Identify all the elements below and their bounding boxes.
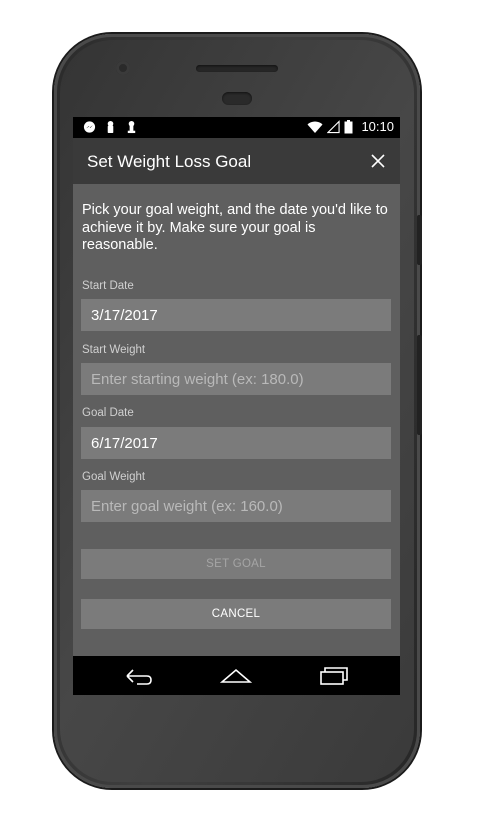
- home-icon[interactable]: [220, 666, 252, 686]
- battery-icon: [344, 119, 353, 133]
- recents-icon[interactable]: [318, 666, 350, 686]
- volume-button: [417, 335, 422, 435]
- messenger-icon: [83, 121, 96, 133]
- screen: 10:10 Set Weight Loss Goal Pick your goa…: [73, 117, 400, 695]
- status-notifications: [83, 120, 138, 134]
- wifi-icon: [307, 121, 323, 133]
- notification-icon: [127, 120, 136, 134]
- dialog-header: Set Weight Loss Goal: [73, 138, 400, 184]
- start-weight-input[interactable]: [81, 363, 391, 395]
- start-date-field[interactable]: 3/17/2017: [81, 299, 391, 331]
- front-camera: [116, 61, 130, 75]
- goal-weight-label: Goal Weight: [82, 471, 146, 483]
- notification-icon: [107, 120, 114, 134]
- set-goal-button[interactable]: SET GOAL: [81, 549, 391, 579]
- goal-weight-input[interactable]: [81, 490, 391, 522]
- navigation-bar: [73, 656, 400, 695]
- proximity-sensor: [222, 92, 252, 105]
- dialog-title: Set Weight Loss Goal: [87, 152, 252, 171]
- cancel-button[interactable]: CANCEL: [81, 599, 391, 629]
- start-date-label: Start Date: [82, 280, 134, 292]
- instructions-text: Pick your goal weight, and the date you'…: [82, 202, 388, 253]
- clock: 10:10: [361, 119, 394, 134]
- back-icon[interactable]: [123, 666, 155, 686]
- status-system: 10:10: [307, 119, 394, 134]
- earpiece-speaker: [196, 65, 278, 72]
- close-icon[interactable]: [370, 153, 386, 169]
- goal-date-label: Goal Date: [82, 407, 134, 419]
- start-weight-label: Start Weight: [82, 344, 146, 356]
- power-button: [417, 215, 422, 265]
- status-bar: 10:10: [73, 117, 400, 138]
- goal-date-field[interactable]: 6/17/2017: [81, 427, 391, 459]
- signal-icon: [327, 119, 341, 133]
